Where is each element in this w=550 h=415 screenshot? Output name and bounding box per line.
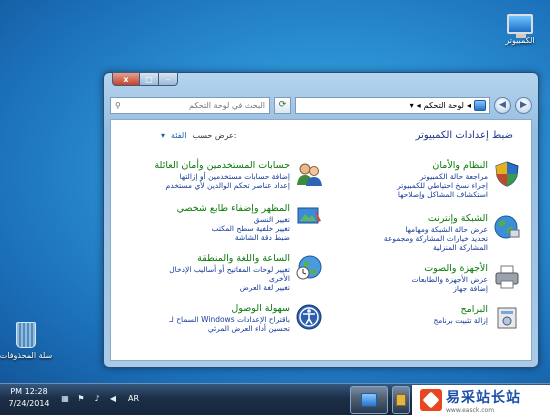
category-link[interactable]: إجراء نسخ احتياطي للكمبيوتر (397, 181, 488, 190)
category-title[interactable]: النظام والأمان (432, 160, 488, 171)
search-box[interactable]: ⚲ البحث في لوحة التحكم (110, 96, 270, 114)
view-by: ▾ الفئة عرض حسب: (161, 131, 236, 140)
address-bar[interactable]: ▾ ◂ لوحة التحكم ◂ (295, 96, 490, 114)
network-icon[interactable]: ▦ (60, 393, 70, 403)
refresh-button[interactable]: ⟳ (274, 96, 291, 114)
search-icon: ⚲ (115, 100, 121, 110)
watermark-name: 易采站长站 (446, 389, 521, 406)
category-link[interactable]: عرض حالة الشبكة ومهامها (405, 225, 488, 234)
minimize-icon: – (166, 74, 170, 84)
clock-globe-icon (296, 255, 322, 280)
category-link[interactable]: إعداد عناصر تحكم الوالدين لأي مستخدم (166, 181, 290, 190)
watermark: 易采站长站 www.easck.com (412, 385, 550, 415)
globe-network-icon (494, 215, 520, 239)
category-title[interactable]: الساعة واللغة والمنطقة (197, 253, 290, 264)
category-hardware-sound: الأجهزة والصوت عرض الأجهزة والطابعات إضا… (412, 263, 521, 293)
computer-icon (507, 14, 533, 38)
category-title[interactable]: حسابات المستخدمين وأمان العائلة (154, 160, 290, 171)
control-panel-content: ضبط إعدادات الكمبيوتر ▾ الفئة عرض حسب: ا… (110, 119, 532, 361)
view-by-label: عرض حسب: (192, 131, 237, 140)
view-by-dropdown[interactable]: الفئة (171, 131, 186, 140)
category-title[interactable]: الشبكة وإنترنت (428, 213, 488, 224)
category-link[interactable]: السماح لـ Windows باقتراح الإعدادات (169, 315, 290, 324)
category-title[interactable]: البرامج (460, 304, 488, 315)
category-ease-of-access: سهولة الوصول السماح لـ Windows باقتراح ا… (169, 303, 323, 333)
category-link[interactable]: مراجعة حالة الكمبيوتر (420, 172, 488, 181)
system-clock[interactable]: PM 12:28 7/24/2014 (3, 386, 55, 410)
maximize-button[interactable]: □ (140, 72, 159, 86)
folder-icon (396, 394, 406, 406)
maximize-icon: □ (145, 74, 153, 84)
desktop-computer-shortcut[interactable]: الكمبيوتر (490, 14, 550, 45)
category-title[interactable]: الأجهزة والصوت (424, 263, 488, 274)
category-title[interactable]: سهولة الوصول (231, 303, 290, 314)
watermark-logo-icon (420, 389, 442, 411)
appearance-icon (297, 207, 321, 224)
category-user-accounts: حسابات المستخدمين وأمان العائلة إضافة حس… (154, 160, 323, 190)
category-link[interactable]: الأخرى (269, 274, 290, 283)
minimize-button[interactable]: – (159, 72, 178, 86)
category-title[interactable]: المظهر وإضفاء طابع شخصي (177, 203, 290, 214)
taskbar-explorer-button[interactable] (392, 386, 410, 414)
category-link[interactable]: استكشاف المشاكل وإصلاحها (398, 190, 488, 199)
search-input[interactable]: البحث في لوحة التحكم (125, 101, 265, 110)
breadcrumb-separator-icon: ◂ (416, 100, 421, 110)
recycle-bin-label: سلة المحذوفات (0, 351, 53, 360)
category-link[interactable]: تحسين أداء العرض المرئي (208, 324, 290, 333)
printer-icon (495, 265, 519, 289)
watermark-url: www.easck.com (446, 406, 495, 414)
category-link[interactable]: المشاركة المنزلية (433, 243, 488, 252)
category-link[interactable]: تغيير خلفية سطح المكتب (212, 224, 290, 233)
category-link[interactable]: إضافة حسابات مستخدمين أو إزالتها (180, 172, 290, 181)
forward-button[interactable]: ◀ (494, 96, 511, 114)
programs-icon (497, 307, 517, 329)
breadcrumb-separator-icon: ◂ (466, 100, 471, 110)
users-icon (297, 163, 322, 186)
dropdown-arrow-icon[interactable]: ▾ (410, 101, 414, 110)
category-link[interactable]: ضبط دقة الشاشة (235, 233, 290, 242)
show-hidden-icons-icon[interactable]: ◀ (108, 393, 118, 403)
page-title: ضبط إعدادات الكمبيوتر (415, 130, 513, 141)
taskbar-control-panel-button[interactable] (350, 386, 388, 414)
language-indicator[interactable]: AR (128, 394, 139, 403)
control-panel-window: x □ – ⚲ البحث في لوحة التحكم ⟳ ▾ ◂ لوحة … (103, 72, 539, 368)
category-link[interactable]: تحديد خيارات المشاركة ومجموعة (384, 234, 488, 243)
category-system-security: النظام والأمان مراجعة حالة الكمبيوتر إجر… (397, 160, 521, 199)
category-link[interactable]: تغيير النسق (254, 215, 290, 224)
category-clock-language: الساعة واللغة والمنطقة تغيير لوحات المفا… (169, 253, 323, 292)
category-appearance: المظهر وإضفاء طابع شخصي تغيير النسق تغيي… (177, 203, 323, 242)
forward-arrow-icon: ◀ (499, 100, 506, 110)
clock-time: PM 12:28 (10, 387, 48, 396)
clock-date: 7/24/2014 (8, 399, 50, 408)
category-link[interactable]: عرض الأجهزة والطابعات (412, 275, 488, 284)
desktop-recycle-bin-shortcut[interactable]: سلة المحذوفات (0, 322, 56, 360)
category-link[interactable]: تغيير لوحات المفاتيح أو أساليب الإدخال (169, 265, 290, 274)
category-programs: البرامج إزالة تثبيت برنامج (433, 304, 521, 332)
close-button[interactable]: x (112, 72, 140, 86)
action-center-flag-icon[interactable]: ⚑ (76, 393, 86, 403)
system-tray: ▦ ⚑ ♪ ◀ AR (60, 393, 139, 403)
shield-icon (495, 161, 519, 187)
navigation-bar: ⚲ البحث في لوحة التحكم ⟳ ▾ ◂ لوحة التحكم… (110, 95, 532, 115)
category-link[interactable]: تغيير لغة العرض (240, 283, 290, 292)
back-button[interactable]: ▶ (515, 96, 532, 114)
accessibility-icon (296, 304, 322, 330)
control-panel-icon (474, 99, 486, 111)
close-icon: x (123, 74, 129, 84)
control-panel-icon (361, 393, 377, 407)
refresh-icon: ⟳ (278, 100, 287, 110)
address-text[interactable]: لوحة التحكم (424, 101, 464, 110)
category-link[interactable]: إزالة تثبيت برنامج (433, 316, 488, 325)
dropdown-arrow-icon[interactable]: ▾ (161, 131, 165, 140)
volume-icon[interactable]: ♪ (92, 393, 102, 403)
back-arrow-icon: ▶ (520, 100, 527, 110)
window-controls: x □ – (112, 72, 178, 86)
category-link[interactable]: إضافة جهاز (453, 284, 488, 293)
recycle-bin-icon (16, 322, 36, 348)
category-network-internet: الشبكة وإنترنت عرض حالة الشبكة ومهامها ت… (384, 213, 521, 252)
